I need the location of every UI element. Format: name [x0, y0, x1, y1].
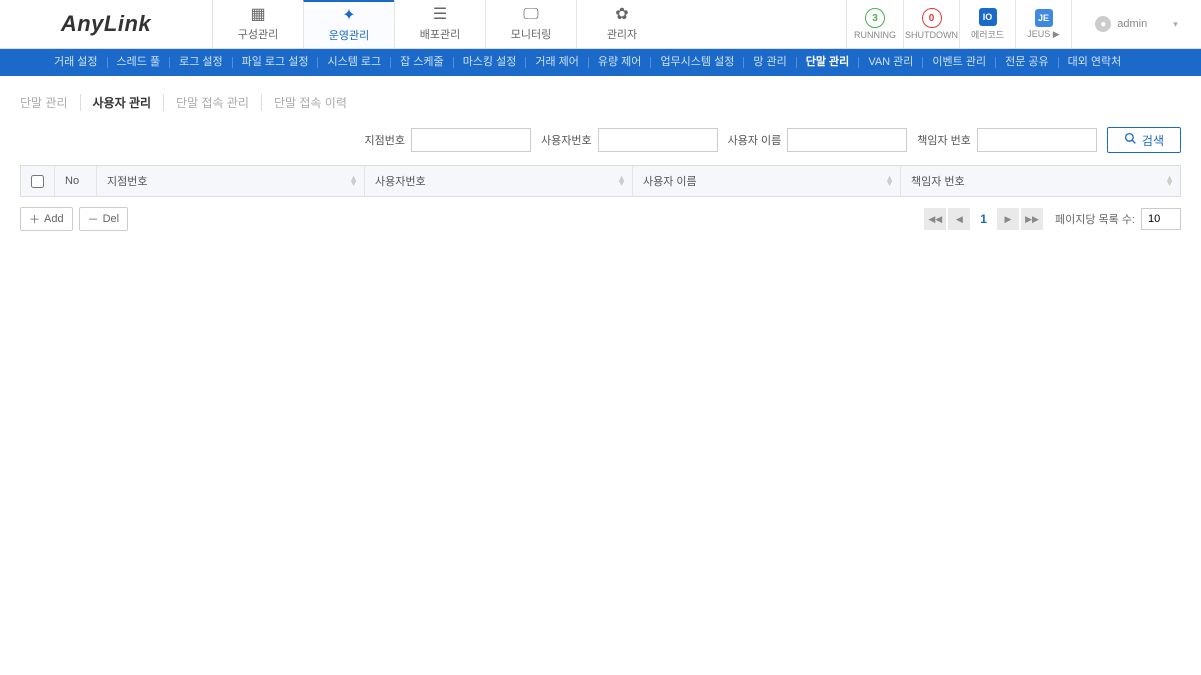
- col-no-label: No: [65, 175, 79, 187]
- app-logo: AnyLink: [0, 0, 212, 48]
- tab-label: 구성관리: [238, 26, 278, 42]
- username: admin: [1117, 18, 1147, 30]
- subtab-user-manage[interactable]: 사용자 관리: [81, 94, 165, 111]
- status-boxes: 3 RUNNING 0 SHUTDOWN IO 에러코드 JE JEUS ▶: [846, 0, 1071, 48]
- col-user-no[interactable]: 사용자번호 ▲▼: [365, 166, 633, 196]
- errorcode-badge: IO: [979, 8, 997, 26]
- errorcode-label: 에러코드: [971, 28, 1004, 41]
- menu-terminal[interactable]: 단말 관리: [797, 57, 860, 68]
- running-count-badge: 3: [865, 8, 885, 28]
- submenu-bar: 거래 설정 스레드 풀 로그 설정 파일 로그 설정 시스템 로그 잡 스케줄 …: [0, 49, 1201, 76]
- input-manager-no[interactable]: [977, 128, 1097, 152]
- label-manager-no: 책임자 번호: [917, 132, 971, 148]
- col-manager-no[interactable]: 책임자 번호 ▲▼: [901, 166, 1180, 196]
- pager-next[interactable]: ▶: [997, 208, 1019, 230]
- tab-config[interactable]: ▦ 구성관리: [212, 0, 303, 48]
- menu-flow-control[interactable]: 유량 제어: [589, 57, 652, 68]
- running-label: RUNNING: [854, 30, 896, 40]
- status-running[interactable]: 3 RUNNING: [847, 0, 903, 48]
- monitor-icon: 🖵: [523, 7, 538, 23]
- col-no[interactable]: No: [55, 166, 97, 196]
- menu-network[interactable]: 망 관리: [744, 57, 796, 68]
- col-user-no-label: 사용자번호: [375, 173, 426, 189]
- sort-icon: ▲▼: [885, 176, 894, 187]
- label-branch-no: 지점번호: [365, 132, 405, 148]
- menu-file-log-settings[interactable]: 파일 로그 설정: [233, 57, 319, 68]
- pager-first[interactable]: ◀◀: [924, 208, 946, 230]
- search-button[interactable]: 검색: [1107, 127, 1181, 153]
- pager-prev[interactable]: ◀: [948, 208, 970, 230]
- tab-operation[interactable]: ✦ 운영관리: [303, 0, 394, 48]
- avatar-icon: ●: [1095, 16, 1111, 32]
- status-errorcode[interactable]: IO 에러코드: [959, 0, 1015, 48]
- sort-icon: ▲▼: [349, 176, 358, 187]
- add-button-label: Add: [44, 213, 64, 225]
- menu-event[interactable]: 이벤트 관리: [923, 57, 996, 68]
- plus-icon: ＋: [29, 211, 40, 227]
- col-checkbox: [21, 166, 55, 196]
- cog-icon: ✿: [615, 7, 628, 23]
- jeus-badge: JE: [1035, 9, 1053, 27]
- menu-bizsystem-settings[interactable]: 업무시스템 설정: [651, 57, 744, 68]
- tab-label: 관리자: [607, 26, 637, 42]
- select-all-checkbox[interactable]: [31, 175, 44, 188]
- menu-trade-settings[interactable]: 거래 설정: [45, 57, 108, 68]
- sort-icon: ▲▼: [617, 176, 626, 187]
- sort-icon: ▲▼: [1165, 176, 1174, 187]
- tab-monitoring[interactable]: 🖵 모니터링: [485, 0, 576, 48]
- input-user-name[interactable]: [787, 128, 907, 152]
- pager-current: 1: [972, 212, 995, 226]
- status-jeus[interactable]: JE JEUS ▶: [1015, 0, 1071, 48]
- menu-thread-pool[interactable]: 스레드 풀: [108, 57, 171, 68]
- jeus-label: JEUS ▶: [1027, 29, 1059, 40]
- gear-icon: ✦: [342, 8, 355, 24]
- tab-label: 모니터링: [511, 26, 551, 42]
- del-button[interactable]: － Del: [79, 207, 129, 231]
- col-user-name[interactable]: 사용자 이름 ▲▼: [633, 166, 901, 196]
- list-icon: ☰: [433, 7, 447, 23]
- menu-van[interactable]: VAN 관리: [859, 57, 923, 68]
- table-header: No 지점번호 ▲▼ 사용자번호 ▲▼ 사용자 이름 ▲▼ 책임자 번호 ▲▼: [20, 165, 1181, 197]
- del-button-label: Del: [103, 213, 120, 225]
- chevron-down-icon: ▾: [1173, 19, 1178, 30]
- search-button-label: 검색: [1142, 132, 1164, 149]
- tab-deploy[interactable]: ☰ 배포관리: [394, 0, 485, 48]
- page-size-label: 페이지당 목록 수:: [1055, 211, 1135, 227]
- page-size-input[interactable]: [1141, 208, 1181, 230]
- subtab-terminal-conn-manage[interactable]: 단말 접속 관리: [164, 94, 262, 111]
- search-icon: [1124, 132, 1137, 148]
- tab-label: 배포관리: [420, 26, 460, 42]
- col-manager-no-label: 책임자 번호: [911, 173, 965, 189]
- subtab-terminal-manage[interactable]: 단말 관리: [20, 94, 81, 111]
- input-branch-no[interactable]: [411, 128, 531, 152]
- add-button[interactable]: ＋ Add: [20, 207, 73, 231]
- tab-admin[interactable]: ✿ 관리자: [576, 0, 667, 48]
- menu-system-log[interactable]: 시스템 로그: [318, 57, 391, 68]
- col-branch-no-label: 지점번호: [107, 173, 147, 189]
- menu-job-schedule[interactable]: 잡 스케줄: [391, 57, 454, 68]
- label-user-name: 사용자 이름: [728, 132, 782, 148]
- menu-fulltext-share[interactable]: 전문 공유: [996, 57, 1059, 68]
- label-user-no: 사용자번호: [541, 132, 592, 148]
- subtab-terminal-conn-history[interactable]: 단말 접속 이력: [262, 94, 359, 111]
- shutdown-label: SHUTDOWN: [905, 30, 958, 40]
- page-tabs: 단말 관리 사용자 관리 단말 접속 관리 단말 접속 이력: [20, 94, 1181, 111]
- menu-external-contact[interactable]: 대외 연락처: [1059, 57, 1131, 68]
- tab-label: 운영관리: [329, 27, 369, 43]
- search-row: 지점번호 사용자번호 사용자 이름 책임자 번호 검색: [20, 127, 1181, 153]
- menu-trade-control[interactable]: 거래 제어: [526, 57, 589, 68]
- input-user-no[interactable]: [598, 128, 718, 152]
- user-menu[interactable]: ● admin ▾: [1071, 0, 1201, 48]
- main-tabs: ▦ 구성관리 ✦ 운영관리 ☰ 배포관리 🖵 모니터링 ✿ 관리자: [212, 0, 667, 48]
- menu-log-settings[interactable]: 로그 설정: [170, 57, 233, 68]
- shutdown-count-badge: 0: [922, 8, 942, 28]
- pager: ◀◀ ◀ 1 ▶ ▶▶: [924, 208, 1043, 230]
- col-branch-no[interactable]: 지점번호 ▲▼: [97, 166, 365, 196]
- menu-masking-settings[interactable]: 마스킹 설정: [454, 57, 527, 68]
- col-user-name-label: 사용자 이름: [643, 173, 697, 189]
- pager-last[interactable]: ▶▶: [1021, 208, 1043, 230]
- minus-icon: －: [88, 211, 99, 227]
- grid-icon: ▦: [250, 7, 265, 23]
- status-shutdown[interactable]: 0 SHUTDOWN: [903, 0, 959, 48]
